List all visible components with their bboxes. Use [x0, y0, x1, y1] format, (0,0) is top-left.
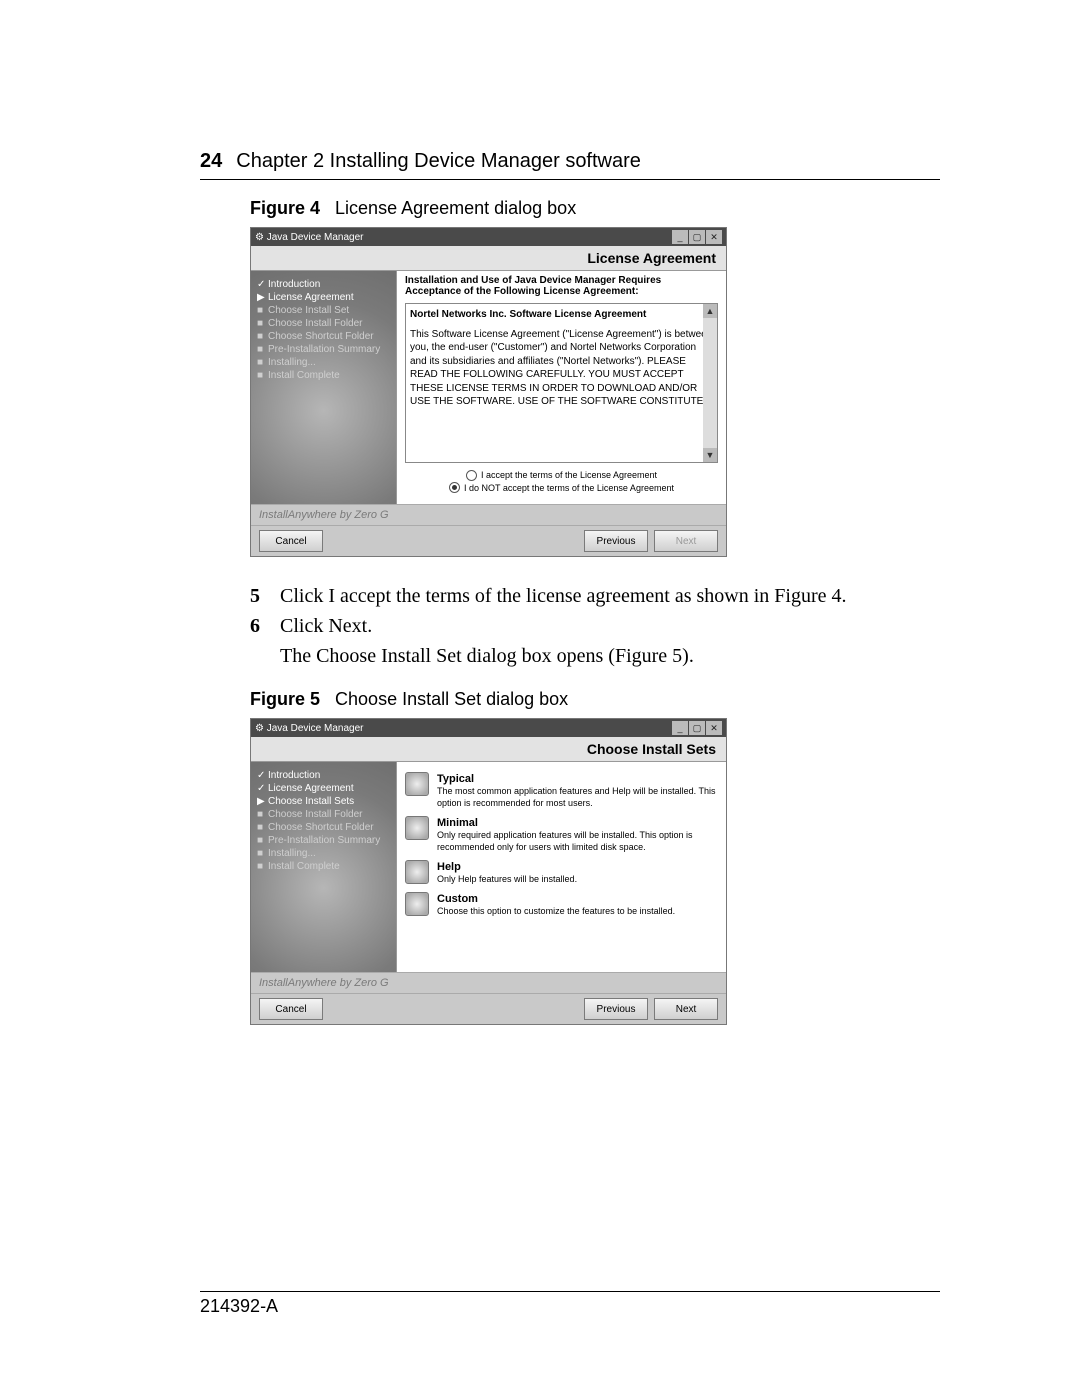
sidebar-item: Choose Shortcut Folder [268, 331, 374, 342]
minimize-icon[interactable]: _ [672, 721, 688, 735]
scroll-down-icon[interactable]: ▼ [703, 448, 717, 462]
installanywhere-label: InstallAnywhere by Zero G [259, 977, 389, 989]
step-5: Click I accept the terms of the license … [280, 581, 846, 611]
step-sidebar: ✓Introduction ▶License Agreement ■Choose… [251, 271, 396, 504]
radio-accept-label: I accept the terms of the License Agreem… [481, 469, 657, 482]
radio-reject-label: I do NOT accept the terms of the License… [464, 482, 674, 495]
titlebar: ⚙ Java Device Manager _ ▢ ✕ [251, 228, 726, 246]
chapter-title: Chapter 2 Installing Device Manager soft… [236, 150, 641, 172]
license-intro: Installation and Use of Java Device Mana… [405, 275, 718, 297]
option-icon [405, 892, 429, 916]
install-set-option[interactable]: MinimalOnly required application feature… [405, 816, 718, 854]
sidebar-item: License Agreement [268, 292, 354, 303]
next-button[interactable]: Next [654, 530, 718, 552]
sidebar-item: Pre-Installation Summary [268, 835, 380, 846]
accept-radios: I accept the terms of the License Agreem… [405, 469, 718, 494]
option-desc: Only required application features will … [437, 830, 718, 853]
minimize-icon[interactable]: _ [672, 230, 688, 244]
sidebar-item: Choose Install Set [268, 305, 349, 316]
step-6a: Click Next. [280, 611, 372, 641]
sidebar-item: Pre-Installation Summary [268, 344, 380, 355]
sidebar-item: Choose Install Folder [268, 318, 363, 329]
option-name: Custom [437, 892, 675, 906]
instruction-text: 5Click I accept the terms of the license… [250, 581, 940, 671]
titlebar: ⚙ Java Device Manager _ ▢ ✕ [251, 719, 726, 737]
sidebar-item: Choose Install Folder [268, 809, 363, 820]
bottom-bar: InstallAnywhere by Zero G [251, 504, 726, 525]
install-set-option[interactable]: HelpOnly Help features will be installed… [405, 860, 718, 886]
figure4-installer-window: ⚙ Java Device Manager _ ▢ ✕ License Agre… [250, 227, 727, 557]
step-sidebar: ✓Introduction ✓License Agreement ▶Choose… [251, 762, 396, 972]
install-set-option[interactable]: CustomChoose this option to customize th… [405, 892, 718, 918]
install-set-option[interactable]: TypicalThe most common application featu… [405, 772, 718, 810]
header-rule [200, 179, 940, 180]
sidebar-item: Introduction [268, 770, 320, 781]
sidebar-item: Introduction [268, 279, 320, 290]
banner-title: Choose Install Sets [251, 737, 726, 762]
cancel-button[interactable]: Cancel [259, 998, 323, 1020]
cancel-button[interactable]: Cancel [259, 530, 323, 552]
radio-reject[interactable] [449, 482, 460, 493]
scrollbar[interactable]: ▲ ▼ [703, 304, 717, 462]
previous-button[interactable]: Previous [584, 998, 648, 1020]
radio-accept[interactable] [466, 470, 477, 481]
scroll-up-icon[interactable]: ▲ [703, 304, 717, 318]
option-desc: Choose this option to customize the feat… [437, 906, 675, 918]
banner-title: License Agreement [251, 246, 726, 271]
license-title: Nortel Networks Inc. Software License Ag… [410, 308, 713, 322]
step-6b: The Choose Install Set dialog box opens … [280, 641, 694, 671]
option-desc: Only Help features will be installed. [437, 874, 577, 886]
sidebar-item: Installing... [268, 848, 316, 859]
previous-button[interactable]: Previous [584, 530, 648, 552]
page-header: 24 Chapter 2 Installing Device Manager so… [200, 150, 940, 173]
sidebar-item: Install Complete [268, 861, 340, 872]
option-name: Minimal [437, 816, 718, 830]
sidebar-item: License Agreement [268, 783, 354, 794]
window-title: Java Device Manager [267, 723, 364, 734]
maximize-icon[interactable]: ▢ [689, 721, 705, 735]
figure5-installer-window: ⚙ Java Device Manager _ ▢ ✕ Choose Insta… [250, 718, 727, 1025]
sidebar-item: Install Complete [268, 370, 340, 381]
page-number: 24 [200, 150, 222, 172]
document-id: 214392-A [200, 1296, 940, 1317]
installanywhere-label: InstallAnywhere by Zero G [259, 509, 389, 521]
option-name: Help [437, 860, 577, 874]
option-icon [405, 860, 429, 884]
maximize-icon[interactable]: ▢ [689, 230, 705, 244]
figure5-caption: Figure 5 Choose Install Set dialog box [250, 689, 940, 710]
close-icon[interactable]: ✕ [706, 230, 722, 244]
option-desc: The most common application features and… [437, 786, 718, 809]
page-footer: 214392-A [200, 1291, 940, 1317]
option-name: Typical [437, 772, 718, 786]
close-icon[interactable]: ✕ [706, 721, 722, 735]
option-icon [405, 816, 429, 840]
sidebar-item: Installing... [268, 357, 316, 368]
bottom-bar: InstallAnywhere by Zero G [251, 972, 726, 993]
next-button[interactable]: Next [654, 998, 718, 1020]
figure4-caption: Figure 4 License Agreement dialog box [250, 198, 940, 219]
window-title: Java Device Manager [267, 232, 364, 243]
option-icon [405, 772, 429, 796]
license-body: This Software License Agreement ("Licens… [410, 328, 713, 409]
sidebar-item: Choose Shortcut Folder [268, 822, 374, 833]
license-text-box[interactable]: Nortel Networks Inc. Software License Ag… [405, 303, 718, 463]
sidebar-item: Choose Install Sets [268, 796, 354, 807]
